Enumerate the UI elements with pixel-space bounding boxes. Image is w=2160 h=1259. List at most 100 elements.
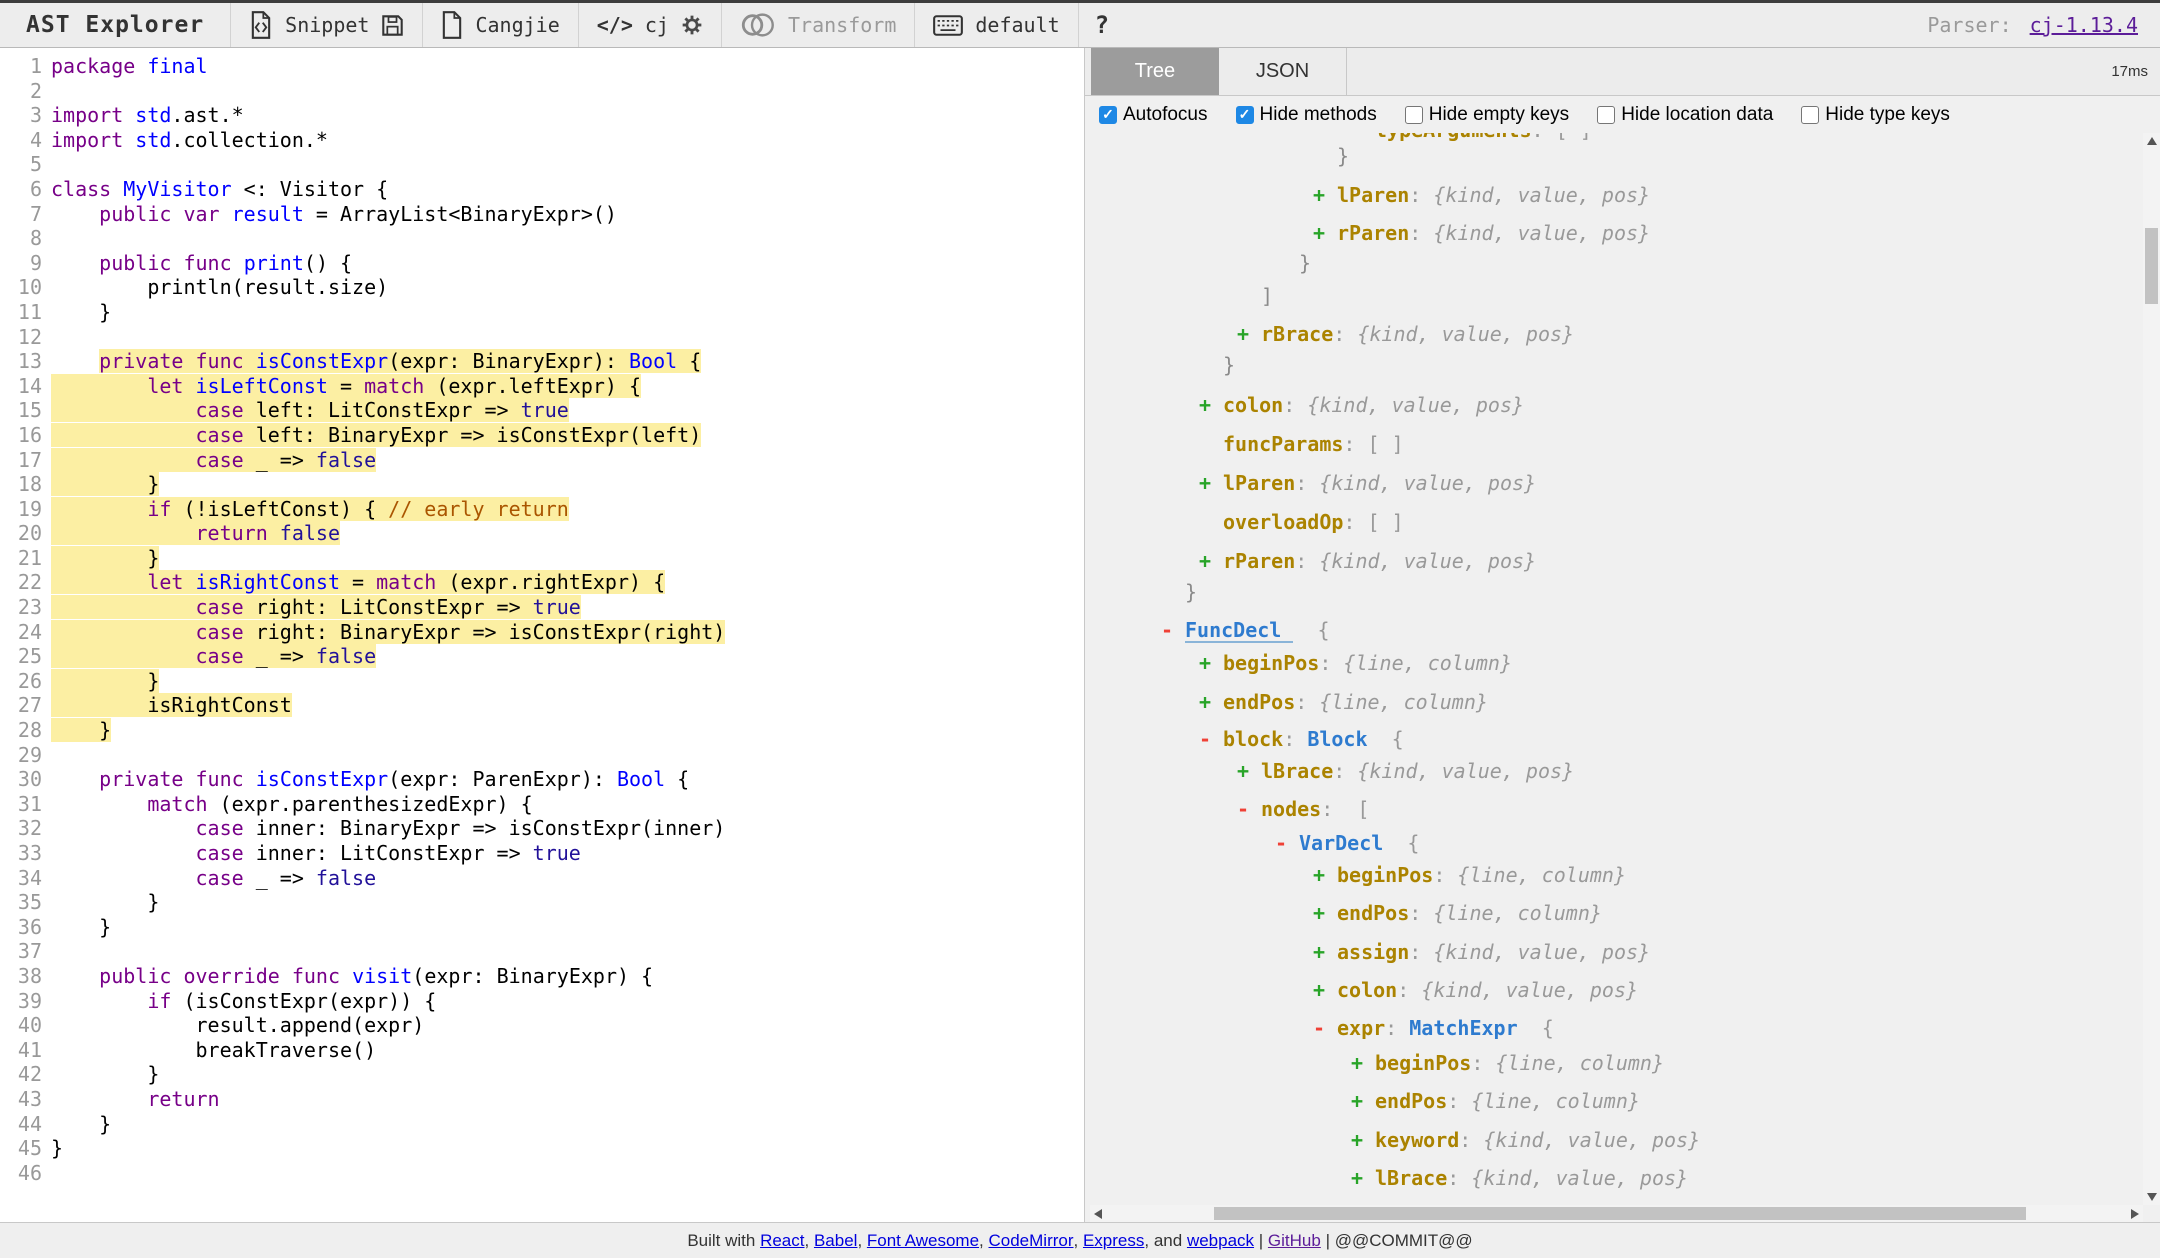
code-line[interactable]: 9 public func print() {: [0, 251, 1084, 276]
code-line[interactable]: 18 }: [0, 472, 1084, 497]
tab-tree[interactable]: Tree: [1091, 48, 1219, 95]
parser-button[interactable]: cj: [645, 13, 669, 37]
code-line[interactable]: 42 }: [0, 1062, 1084, 1087]
checkbox-hide-methods[interactable]: ✓Hide methods: [1236, 104, 1377, 126]
code-line[interactable]: 12: [0, 325, 1084, 350]
code-line[interactable]: 38 public override func visit(expr: Bina…: [0, 964, 1084, 989]
vertical-scrollbar-thumb[interactable]: [2145, 228, 2158, 304]
expand-icon[interactable]: +: [1199, 548, 1223, 574]
code-line[interactable]: 44 }: [0, 1112, 1084, 1137]
keymap-button[interactable]: default: [975, 13, 1059, 37]
expand-icon[interactable]: +: [1313, 182, 1337, 208]
tree-closer-row[interactable]: }: [1085, 579, 2143, 605]
code-line[interactable]: 7 public var result = ArrayList<BinaryEx…: [0, 202, 1084, 227]
save-icon[interactable]: [381, 14, 404, 37]
code-line[interactable]: 25 case _ => false: [0, 644, 1084, 669]
tree-closer-row[interactable]: }: [1085, 250, 2143, 276]
code-line[interactable]: 34 case _ => false: [0, 866, 1084, 891]
code-line[interactable]: 8: [0, 226, 1084, 251]
code-line[interactable]: 3import std.ast.*: [0, 103, 1084, 128]
expand-icon[interactable]: +: [1237, 758, 1261, 784]
tree-node-row[interactable]: +assign: {kind, value, pos}: [1085, 939, 2143, 965]
tree-node-row[interactable]: +endPos: {line, column}: [1085, 1088, 2143, 1114]
code-line[interactable]: 15 case left: LitConstExpr => true: [0, 398, 1084, 423]
tree-node-row[interactable]: +beginPos: {line, column}: [1085, 650, 2143, 676]
code-line[interactable]: 32 case inner: BinaryExpr => isConstExpr…: [0, 816, 1084, 841]
footer-link[interactable]: CodeMirror: [988, 1231, 1073, 1251]
checkbox-box[interactable]: [1801, 106, 1819, 124]
tree-node-row[interactable]: +lBrace: {kind, value, pos}: [1085, 1165, 2143, 1191]
code-line[interactable]: 10 println(result.size): [0, 275, 1084, 300]
code-line[interactable]: 17 case _ => false: [0, 448, 1084, 473]
horizontal-scrollbar-thumb[interactable]: [1214, 1207, 2026, 1220]
code-line[interactable]: 16 case left: BinaryExpr => isConstExpr(…: [0, 423, 1084, 448]
footer-link[interactable]: Font Awesome: [867, 1231, 979, 1251]
help-button[interactable]: ?: [1079, 3, 1125, 47]
code-line[interactable]: 39 if (isConstExpr(expr)) {: [0, 989, 1084, 1014]
tree-node-type-link[interactable]: VarDecl: [1299, 830, 1383, 856]
tree-node-row[interactable]: +colon: {kind, value, pos}: [1085, 977, 2143, 1003]
code-line[interactable]: 6class MyVisitor <: Visitor {: [0, 177, 1084, 202]
tree-node-row[interactable]: +lParen: {kind, value, pos}: [1085, 470, 2143, 496]
code-line[interactable]: 23 case right: LitConstExpr => true: [0, 595, 1084, 620]
code-line[interactable]: 26 }: [0, 669, 1084, 694]
code-line[interactable]: 36 }: [0, 915, 1084, 940]
checkbox-hide-location-data[interactable]: Hide location data: [1597, 104, 1773, 126]
tree-node-row[interactable]: +keyword: {kind, value, pos}: [1085, 1127, 2143, 1153]
checkbox-autofocus[interactable]: ✓Autofocus: [1099, 104, 1208, 126]
tree-node-row[interactable]: -nodes: [: [1085, 796, 2143, 822]
ast-tree-view[interactable]: typeArguments: [ ]} +lParen: {kind, value…: [1085, 133, 2143, 1205]
code-line[interactable]: 40 result.append(expr): [0, 1013, 1084, 1038]
code-line[interactable]: 22 let isRightConst = match (expr.rightE…: [0, 570, 1084, 595]
scroll-down-arrow[interactable]: [2147, 1193, 2157, 1201]
expand-icon[interactable]: +: [1199, 470, 1223, 496]
code-line[interactable]: 20 return false: [0, 521, 1084, 546]
tree-node-row[interactable]: +lParen: {kind, value, pos}: [1085, 182, 2143, 208]
code-line[interactable]: 46: [0, 1161, 1084, 1186]
checkbox-box[interactable]: [1597, 106, 1615, 124]
expand-icon[interactable]: +: [1351, 1050, 1375, 1076]
tree-node-row[interactable]: +endPos: {line, column}: [1085, 689, 2143, 715]
tree-node-type-link[interactable]: MatchExpr: [1409, 1015, 1517, 1041]
tree-node-type-link[interactable]: Block: [1307, 726, 1367, 752]
tree-node-type-link[interactable]: FuncDecl: [1185, 617, 1293, 643]
expand-icon[interactable]: +: [1313, 977, 1337, 1003]
gear-icon[interactable]: [681, 14, 703, 36]
expand-icon[interactable]: +: [1313, 862, 1337, 888]
tree-node-row[interactable]: funcParams: [ ]: [1085, 431, 2143, 457]
collapse-icon[interactable]: -: [1313, 1015, 1337, 1041]
tree-closer-row[interactable]: ]: [1085, 283, 2143, 309]
checkbox-hide-empty-keys[interactable]: Hide empty keys: [1405, 104, 1569, 126]
tree-node-row[interactable]: +rParen: {kind, value, pos}: [1085, 548, 2143, 574]
code-line[interactable]: 28 }: [0, 718, 1084, 743]
expand-icon[interactable]: +: [1199, 392, 1223, 418]
code-line[interactable]: 41 breakTraverse(): [0, 1038, 1084, 1063]
code-line[interactable]: 29: [0, 743, 1084, 768]
scroll-up-arrow[interactable]: [2147, 137, 2157, 145]
snippet-button[interactable]: Snippet: [285, 13, 369, 37]
expand-icon[interactable]: +: [1199, 689, 1223, 715]
tree-node-row[interactable]: +beginPos: {line, column}: [1085, 1050, 2143, 1076]
tree-node-row[interactable]: +colon: {kind, value, pos}: [1085, 392, 2143, 418]
tree-node-row[interactable]: typeArguments: [ ]: [1085, 133, 2143, 143]
code-line[interactable]: 1package final: [0, 54, 1084, 79]
checkbox-box[interactable]: ✓: [1099, 106, 1117, 124]
code-line[interactable]: 37: [0, 939, 1084, 964]
scroll-right-arrow[interactable]: [2131, 1209, 2139, 1219]
code-editor[interactable]: 1package final23import std.ast.*4import …: [0, 48, 1085, 1222]
footer-link[interactable]: Express: [1083, 1231, 1144, 1251]
collapse-icon[interactable]: -: [1237, 796, 1261, 822]
language-button[interactable]: Cangjie: [475, 13, 559, 37]
tree-node-row[interactable]: +rBrace: {kind, value, pos}: [1085, 321, 2143, 347]
code-line[interactable]: 43 return: [0, 1087, 1084, 1112]
expand-icon[interactable]: +: [1313, 220, 1337, 246]
expand-icon[interactable]: +: [1351, 1127, 1375, 1153]
footer-link[interactable]: React: [760, 1231, 804, 1251]
code-line[interactable]: 24 case right: BinaryExpr => isConstExpr…: [0, 620, 1084, 645]
horizontal-scrollbar[interactable]: [1090, 1205, 2143, 1222]
vertical-scrollbar[interactable]: [2143, 133, 2160, 1205]
tree-closer-row[interactable]: }: [1085, 143, 2143, 169]
tree-node-row[interactable]: overloadOp: [ ]: [1085, 509, 2143, 535]
footer-link[interactable]: Babel: [814, 1231, 857, 1251]
tree-node-row[interactable]: -block: Block {: [1085, 726, 2143, 752]
